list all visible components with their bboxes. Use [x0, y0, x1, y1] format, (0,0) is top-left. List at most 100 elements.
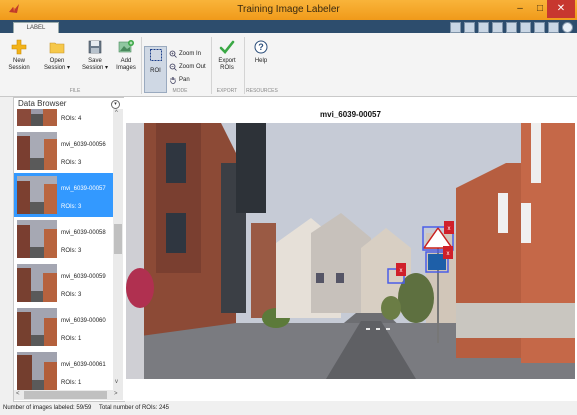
- roi-label: ROI: [150, 68, 161, 74]
- zoom-out-label: Zoom Out: [179, 64, 206, 70]
- collapse-panel-icon[interactable]: ▾: [111, 100, 120, 109]
- image-thumbnail: [17, 109, 57, 126]
- paste-icon[interactable]: [506, 22, 517, 33]
- new-session-icon: [11, 39, 27, 55]
- image-title: mvi_6039-00057: [320, 110, 381, 119]
- cut-icon[interactable]: [478, 22, 489, 33]
- save-icon[interactable]: [464, 22, 475, 33]
- roi-count: ROIs: 1: [61, 380, 82, 386]
- list-item[interactable]: mvi_6039-00056 ROIs: 3: [14, 129, 113, 173]
- help-label: Help: [254, 58, 268, 64]
- file-group-label: FILE: [69, 88, 81, 94]
- roi-tool[interactable]: ROI: [144, 48, 167, 75]
- zoom-out-icon: [169, 63, 177, 71]
- zoom-out-button[interactable]: Zoom Out: [169, 63, 206, 71]
- scroll-down-icon[interactable]: v: [115, 379, 118, 385]
- scroll-right-icon[interactable]: >: [114, 391, 118, 397]
- roi-count: ROIs: 3: [61, 292, 82, 298]
- scroll-thumb[interactable]: [114, 224, 122, 254]
- export-label-1: Export: [218, 58, 236, 64]
- scroll-up-icon[interactable]: ^: [115, 110, 118, 116]
- open-session-button[interactable]: Open Session ▾: [40, 39, 74, 72]
- image-name: mvi_6039-00056: [61, 142, 106, 148]
- list-item[interactable]: mvi_6039-00059 ROIs: 3: [14, 261, 113, 305]
- scroll-left-icon[interactable]: <: [16, 391, 20, 397]
- undo-icon[interactable]: [520, 22, 531, 33]
- export-label-2: ROIs: [220, 65, 234, 71]
- window-title: Training Image Labeler: [237, 4, 340, 15]
- close-icon: ✕: [556, 3, 566, 14]
- roi-delete-badge-label: x: [448, 226, 451, 232]
- maximize-icon: □: [536, 3, 544, 14]
- data-browser-title: Data Browser ▾: [14, 98, 124, 109]
- image-thumbnail: [17, 132, 57, 170]
- resources-group-label: RESOURCES: [246, 88, 278, 94]
- roi-count: ROIs: 3: [61, 248, 82, 254]
- export-group-label: EXPORT: [216, 88, 238, 94]
- help-question-icon: ?: [254, 40, 268, 54]
- horizontal-scrollbar[interactable]: < >: [14, 390, 123, 400]
- add-images-button[interactable]: Add Images: [113, 39, 139, 72]
- save-session-button[interactable]: Save Session ▾: [78, 39, 112, 72]
- zoom-in-icon: [169, 50, 177, 58]
- open-folder-icon: [49, 42, 65, 54]
- toolstrip: New Session Open Session ▾ Save Session …: [0, 33, 577, 97]
- new-session-label-1: New: [12, 58, 25, 64]
- open-session-label-1: Open: [49, 58, 65, 64]
- mode-group-label: MODE: [172, 88, 188, 94]
- roi-delete-badge-label: x: [400, 268, 403, 274]
- zoom-in-label: Zoom In: [179, 51, 202, 57]
- export-rois-button[interactable]: Export ROIs: [213, 39, 241, 72]
- add-images-label-1: Add: [120, 58, 132, 64]
- list-item[interactable]: mvi_6039-00060 ROIs: 1: [14, 305, 113, 349]
- title-bar: Training Image Labeler – □ ✕: [0, 0, 577, 20]
- labeled-count: Number of images labeled: 59/59: [3, 405, 92, 411]
- new-session-label-2: Session: [8, 65, 30, 71]
- switch-windows-icon[interactable]: [548, 22, 559, 33]
- image-name: mvi_6039-00061: [61, 362, 106, 368]
- zoom-in-button[interactable]: Zoom In: [169, 50, 201, 58]
- help-button[interactable]: ? Help: [248, 39, 274, 65]
- copy-icon[interactable]: [492, 22, 503, 33]
- image-thumbnail: [17, 264, 57, 302]
- separator: [141, 37, 142, 94]
- close-button[interactable]: ✕: [547, 0, 575, 18]
- roi-rectangle-icon: [149, 49, 162, 61]
- data-browser-panel: Data Browser ▾ ROIs: 4 mvi_6039-00056 RO…: [13, 97, 125, 402]
- image-thumbnail: [17, 352, 57, 390]
- list-item-selected[interactable]: mvi_6039-00057 ROIs: 3: [14, 173, 113, 217]
- list-item[interactable]: ROIs: 4: [14, 109, 113, 129]
- quick-access-toolbar: [450, 22, 573, 33]
- horizontal-scroll-thumb[interactable]: [24, 391, 107, 399]
- save-session-label-1: Save: [88, 58, 102, 64]
- pan-hand-icon: [170, 77, 176, 84]
- status-bar: Number of images labeled: 59/59 Total nu…: [0, 402, 577, 415]
- open-session-label-2: Session ▾: [43, 65, 71, 71]
- save-disk-icon: [88, 40, 102, 54]
- roi-count: ROIs: 1: [61, 336, 82, 342]
- minimize-button[interactable]: –: [510, 0, 530, 18]
- street-scene-image[interactable]: x x x: [126, 123, 575, 379]
- image-list[interactable]: ROIs: 4 mvi_6039-00056 ROIs: 3 mvi_6039-…: [14, 109, 113, 390]
- separator: [211, 37, 212, 94]
- image-name: mvi_6039-00057: [61, 186, 106, 192]
- data-browser-title-text: Data Browser: [18, 99, 67, 108]
- image-viewer: mvi_6039-00057 x x x: [124, 97, 577, 401]
- svg-text:?: ?: [258, 42, 264, 52]
- image-name: mvi_6039-00060: [61, 318, 106, 324]
- redo-icon[interactable]: [534, 22, 545, 33]
- image-thumbnail: [17, 220, 57, 258]
- pan-button[interactable]: Pan: [169, 76, 190, 84]
- roi-count: ROIs: 4: [61, 116, 82, 122]
- save-session-label-2: Session ▾: [81, 65, 109, 71]
- help-icon[interactable]: [562, 22, 573, 33]
- roi-count: ROIs: 3: [61, 204, 82, 210]
- add-images-icon: [118, 40, 134, 53]
- add-images-label-2: Images: [116, 65, 136, 71]
- vertical-scrollbar[interactable]: ^ v: [113, 109, 123, 390]
- total-rois: Total number of ROIs: 245: [98, 405, 169, 411]
- list-item[interactable]: mvi_6039-00058 ROIs: 3: [14, 217, 113, 261]
- list-item[interactable]: mvi_6039-00061 ROIs: 1: [14, 349, 113, 390]
- new-session-button[interactable]: New Session: [6, 39, 32, 72]
- layout-icon[interactable]: [450, 22, 461, 33]
